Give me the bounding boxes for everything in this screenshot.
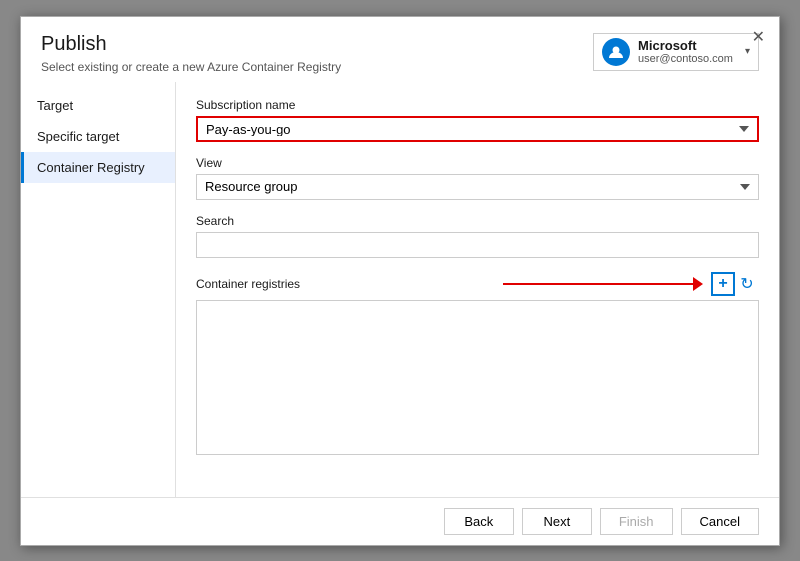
sidebar: Target Specific target Container Registr… xyxy=(21,82,176,497)
publish-dialog: ✕ Publish Select existing or create a ne… xyxy=(20,16,780,546)
sidebar-item-specific-target[interactable]: Specific target xyxy=(21,121,175,152)
search-label: Search xyxy=(196,214,759,228)
arrow-line xyxy=(503,283,693,285)
cancel-button[interactable]: Cancel xyxy=(681,508,759,535)
back-button[interactable]: Back xyxy=(444,508,514,535)
footer: Back Next Finish Cancel xyxy=(21,497,779,545)
next-button[interactable]: Next xyxy=(522,508,592,535)
subscription-group: Subscription name Pay-as-you-go xyxy=(196,98,759,142)
arrow-head-icon xyxy=(693,277,703,291)
subscription-label: Subscription name xyxy=(196,98,759,112)
view-group: View Resource group xyxy=(196,156,759,200)
content-area: Target Specific target Container Registr… xyxy=(21,82,779,497)
refresh-button[interactable]: ↻ xyxy=(735,272,759,296)
view-label: View xyxy=(196,156,759,170)
title-section: Publish Select existing or create a new … xyxy=(41,33,341,74)
sidebar-item-container-registry[interactable]: Container Registry xyxy=(21,152,175,183)
account-info: Microsoft user@contoso.com xyxy=(638,38,733,65)
registries-label: Container registries xyxy=(196,277,300,291)
avatar xyxy=(602,38,630,66)
add-registry-button[interactable]: + xyxy=(711,272,735,296)
main-content: Subscription name Pay-as-you-go View Res… xyxy=(176,82,779,497)
account-email: user@contoso.com xyxy=(638,53,733,65)
title-bar: Publish Select existing or create a new … xyxy=(21,17,779,82)
registries-section: Container registries + ↻ xyxy=(196,272,759,455)
close-button[interactable]: ✕ xyxy=(746,25,771,49)
account-selector[interactable]: Microsoft user@contoso.com ▾ xyxy=(593,33,759,71)
view-select[interactable]: Resource group xyxy=(196,174,759,200)
registries-header: Container registries + ↻ xyxy=(196,272,759,296)
search-group: Search xyxy=(196,214,759,258)
finish-button[interactable]: Finish xyxy=(600,508,673,535)
dialog-subtitle: Select existing or create a new Azure Co… xyxy=(41,60,341,74)
registries-list[interactable] xyxy=(196,300,759,455)
account-name: Microsoft xyxy=(638,38,733,53)
search-input[interactable] xyxy=(196,232,759,258)
dialog-title: Publish xyxy=(41,33,341,56)
registries-actions: + ↻ xyxy=(711,272,759,296)
subscription-select[interactable]: Pay-as-you-go xyxy=(196,116,759,142)
sidebar-item-target[interactable]: Target xyxy=(21,90,175,121)
